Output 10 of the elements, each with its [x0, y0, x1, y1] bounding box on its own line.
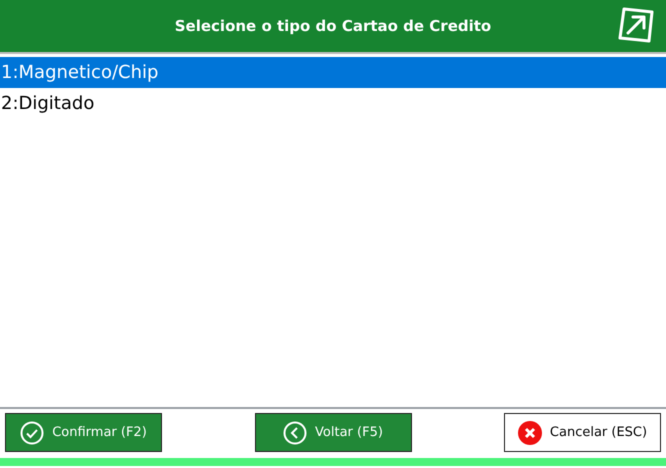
back-circle-icon [283, 420, 308, 444]
cancel-button[interactable]: Cancelar (ESC) [504, 413, 661, 452]
list-item[interactable]: 1:Magnetico/Chip [0, 57, 666, 88]
confirm-button[interactable]: Confirmar (F2) [5, 413, 162, 452]
list-item[interactable]: 2:Digitado [0, 88, 666, 119]
check-circle-icon [20, 420, 44, 444]
back-button[interactable]: Voltar (F5) [254, 413, 412, 452]
close-icon [518, 420, 542, 444]
arrow-logo-icon [616, 5, 656, 45]
window-title: Selecione o tipo do Cartao de Credito [174, 17, 492, 35]
